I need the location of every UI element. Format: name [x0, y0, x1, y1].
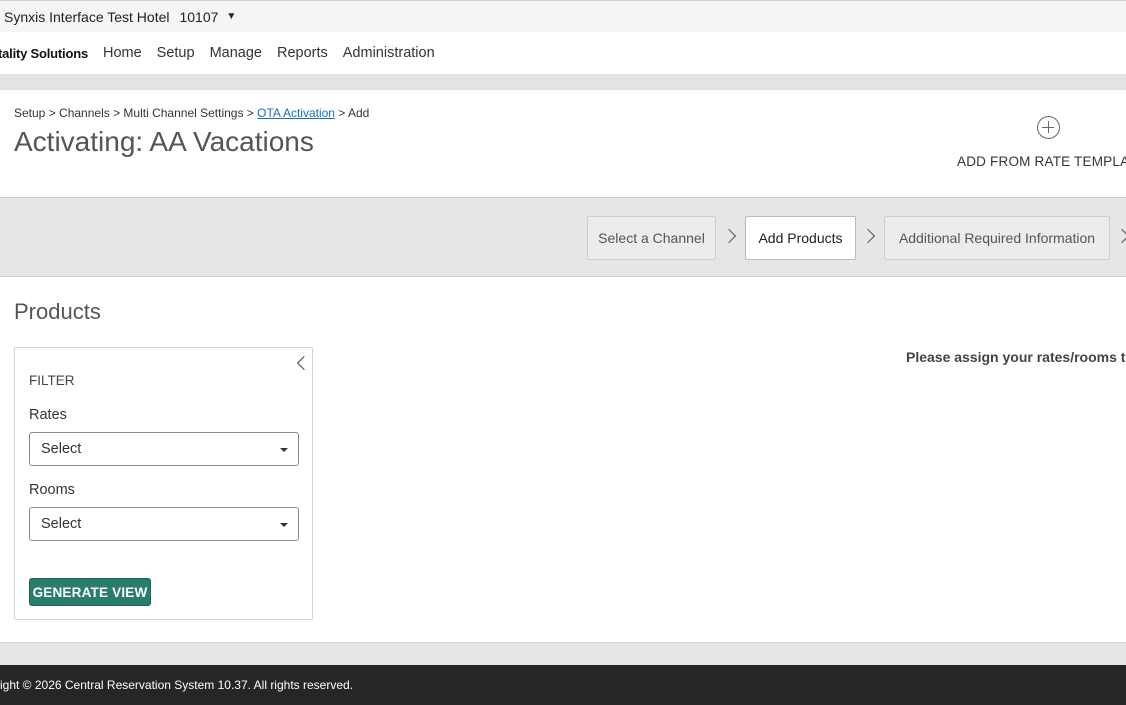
rates-select[interactable]: Select — [29, 432, 299, 466]
step-select-channel[interactable]: Select a Channel — [587, 216, 716, 260]
filter-panel: FILTER Rates Select Rooms Select GENERAT… — [14, 347, 313, 620]
assign-message: Please assign your rates/rooms to — [906, 349, 1126, 365]
nav-item-reports[interactable]: Reports — [277, 45, 328, 61]
generate-view-button[interactable]: GENERATE VIEW — [29, 578, 151, 606]
filter-heading: FILTER — [29, 373, 75, 388]
caret-down-icon — [280, 448, 288, 452]
caret-down-icon — [280, 523, 288, 527]
step-additional-required-information[interactable]: Additional Required Information — [884, 216, 1110, 260]
hotel-code: 10107 — [179, 8, 219, 25]
footer: yright © 2026 Central Reservation System… — [0, 665, 1126, 705]
plus-circle-icon — [1037, 116, 1060, 139]
breadcrumb-current: > Add — [334, 106, 370, 120]
breadcrumb-path: Setup > Channels > Multi Channel Setting… — [14, 106, 258, 120]
divider-band — [0, 74, 1126, 90]
step-add-products[interactable]: Add Products — [745, 216, 856, 260]
hotel-name: Synxis Interface Test Hotel — [4, 8, 170, 25]
add-from-rate-template-label: ADD FROM RATE TEMPLAT — [957, 154, 1126, 169]
section-title: Products — [14, 299, 101, 324]
collapse-chevron-left-icon[interactable] — [295, 356, 309, 370]
rates-select-value: Select — [41, 441, 82, 457]
rooms-select[interactable]: Select — [29, 507, 299, 541]
wizard-steps: Select a Channel Add Products Additional… — [0, 197, 1126, 277]
main-nav: tality Solutions Home Setup Manage Repor… — [0, 32, 1126, 74]
hotel-selector-bar: Synxis Interface Test Hotel 10107 ▼ — [0, 0, 1126, 32]
rates-label: Rates — [29, 407, 67, 423]
nav-item-manage[interactable]: Manage — [210, 45, 262, 61]
divider-band — [0, 642, 1126, 665]
nav-item-home[interactable]: Home — [103, 45, 142, 61]
chevron-right-icon — [863, 228, 875, 248]
copyright-text: yright © 2026 Central Reservation System… — [0, 678, 354, 692]
products-section: Products FILTER Rates Select Rooms Selec… — [0, 277, 1126, 642]
nav-item-setup[interactable]: Setup — [157, 45, 195, 61]
nav-item-administration[interactable]: Administration — [343, 45, 435, 61]
page-title: Activating: AA Vacations — [14, 126, 314, 157]
brand-name: tality Solutions — [0, 45, 88, 61]
page-header: Setup > Channels > Multi Channel Setting… — [0, 90, 1126, 197]
chevron-right-icon — [724, 228, 736, 248]
breadcrumb-link-ota-activation[interactable]: OTA Activation — [257, 106, 335, 120]
add-from-rate-template-button[interactable]: ADD FROM RATE TEMPLAT — [957, 114, 1126, 174]
rooms-label: Rooms — [29, 482, 75, 498]
hotel-dropdown-caret-icon[interactable]: ▼ — [226, 11, 236, 22]
rooms-select-value: Select — [41, 516, 82, 532]
chevron-right-icon — [1117, 228, 1126, 248]
breadcrumb: Setup > Channels > Multi Channel Setting… — [14, 106, 369, 120]
